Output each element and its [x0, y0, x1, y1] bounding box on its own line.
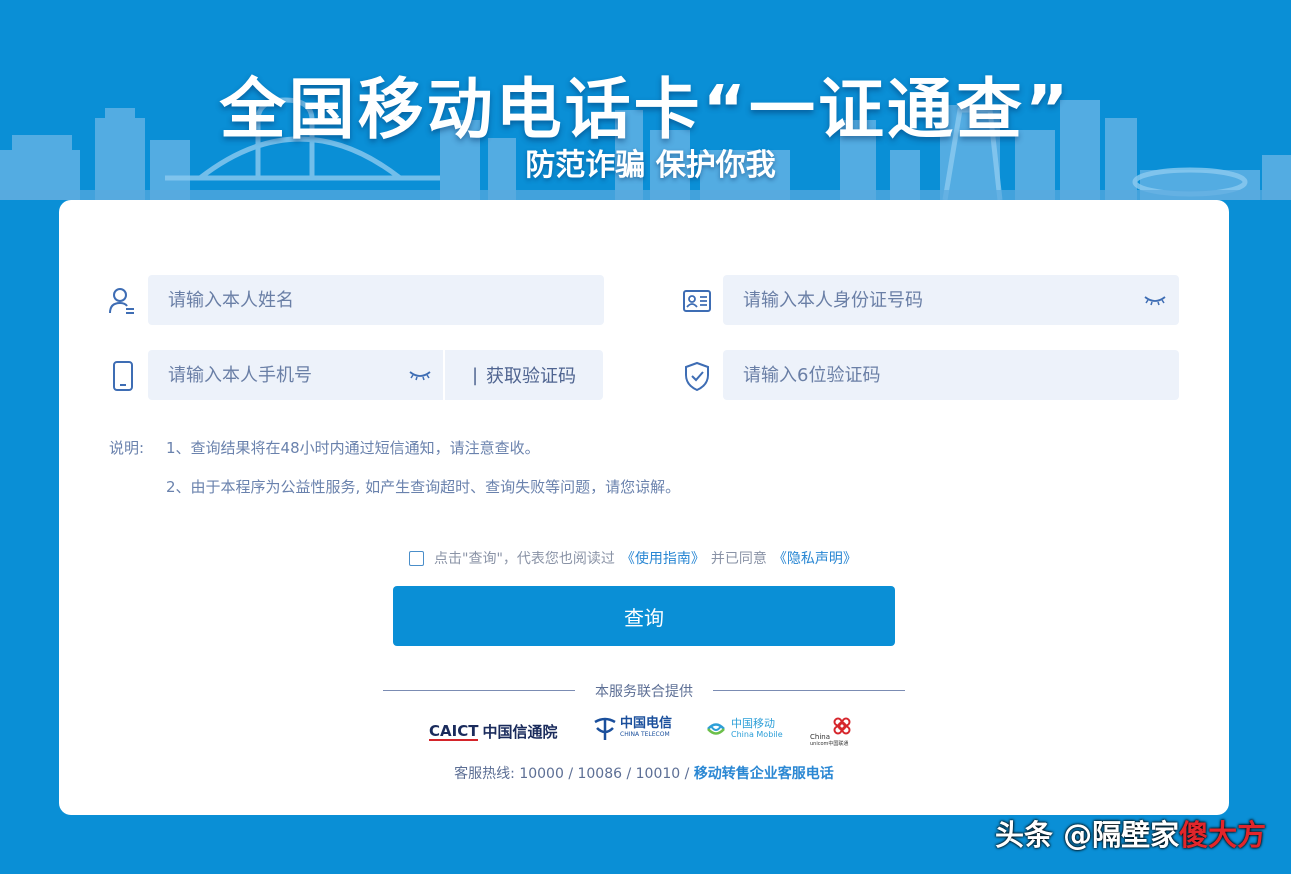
caict-mark: CAICT [429, 721, 479, 741]
query-form-card: | 获取验证码 说明: 1、查询结果将在48小时内通过短信通知，请注意查收。 2… [59, 200, 1229, 815]
privacy-statement-link[interactable]: 《隐私声明》 [773, 548, 857, 568]
divider-right [713, 690, 905, 691]
id-number-input[interactable] [723, 275, 1179, 325]
note-line-1: 1、查询结果将在48小时内通过短信通知，请注意查收。 [166, 439, 540, 457]
china-mobile-emblem-icon [707, 723, 725, 735]
providers-heading: 本服务联合提供 [595, 684, 693, 700]
hero-title: 全国移动电话卡“一证通查” [219, 71, 1072, 148]
agreement-middle: 并已同意 [710, 551, 767, 567]
verification-code-input[interactable] [723, 350, 1179, 400]
agreement-row: 点击"查询"，代表您也阅读过 《使用指南》 并已同意 《隐私声明》 [409, 548, 863, 568]
get-code-label: 获取验证码 [486, 366, 577, 387]
hero-subtitle: 防范诈骗 保护你我 [525, 148, 776, 183]
agreement-prefix: 点击"查询"，代表您也阅读过 [434, 551, 615, 567]
watermark-text: 头条 @隔壁家 [995, 818, 1180, 852]
hide-password-eye-icon[interactable] [1144, 294, 1166, 306]
china-unicom-sub: unicom中国联通 [810, 741, 849, 747]
id-card-icon [683, 290, 711, 312]
provider-logos: CAICT 中国信通院 中国电信 CHINA TELECOM 中国移动 Chin… [59, 715, 1229, 747]
china-mobile-en: China Mobile [731, 730, 783, 739]
hotline: 客服热线: 10000 / 10086 / 10010 / 移动转售企业客服电话 [59, 763, 1229, 783]
hero-banner: 全国移动电话卡“一证通查” 防范诈骗 保护你我 [0, 0, 1291, 200]
notes-label: 说明: [109, 439, 145, 457]
caict-name: 中国信通院 [482, 723, 558, 741]
usage-guide-link[interactable]: 《使用指南》 [621, 548, 705, 568]
get-code-separator: | [471, 364, 479, 386]
china-telecom-emblem-icon [594, 717, 616, 740]
caict-logo: CAICT 中国信通院 [429, 721, 557, 742]
user-icon [109, 288, 134, 314]
name-input[interactable] [148, 275, 604, 325]
watermark: 头条 @隔壁家傻大方 [995, 812, 1266, 854]
phone-icon [113, 361, 133, 391]
phone-input[interactable] [148, 350, 443, 400]
note-line-2: 2、由于本程序为公益性服务, 如产生查询超时、查询失败等问题，请您谅解。 [166, 478, 681, 496]
china-unicom-logo: China unicom中国联通 [810, 717, 860, 747]
get-code-button[interactable]: | 获取验证码 [445, 350, 603, 400]
shield-icon [685, 361, 709, 391]
agree-checkbox[interactable] [409, 550, 424, 566]
china-telecom-en: CHINA TELECOM [620, 731, 670, 738]
hide-phone-eye-icon[interactable] [409, 369, 431, 381]
watermark-stamp: 傻大方 [1179, 818, 1267, 852]
china-telecom-logo: 中国电信 CHINA TELECOM [593, 716, 672, 742]
china-telecom-name: 中国电信 [620, 716, 673, 731]
china-mobile-name: 中国移动 [731, 717, 775, 730]
mvno-hotline-link[interactable]: 移动转售企业客服电话 [694, 766, 834, 782]
query-button[interactable]: 查询 [393, 586, 895, 646]
china-mobile-logo: 中国移动 China Mobile [705, 718, 783, 740]
hotline-numbers: 客服热线: 10000 / 10086 / 10010 / [454, 766, 690, 782]
